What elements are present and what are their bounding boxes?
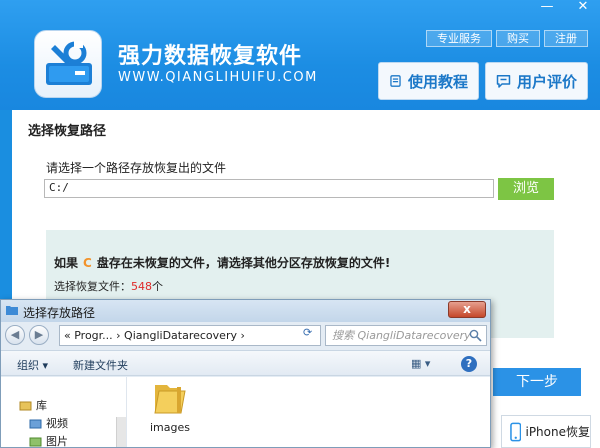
review-button[interactable]: 用户评价 (485, 62, 588, 100)
phone-icon (510, 422, 522, 441)
comment-icon (496, 75, 511, 88)
close-button[interactable]: ✕ (572, 0, 594, 16)
folder-dialog: 选择存放路径 x ◀ ▶ « Progr... › QiangliDatarec… (0, 299, 491, 448)
file-count: 548 (131, 280, 152, 293)
tutorial-button[interactable]: 使用教程 (378, 62, 479, 100)
review-label: 用户评价 (516, 72, 577, 91)
arrow-right-icon: ▶ (34, 328, 44, 341)
dialog-close-button[interactable]: x (448, 301, 486, 318)
hard-drive-wrench-icon (46, 41, 92, 85)
warning-text: 如果 C 盘存在未恢复的文件，请选择其他分区存放恢复的文件! (54, 254, 390, 271)
tutorial-label: 使用教程 (407, 72, 468, 91)
path-input[interactable]: C:/ (44, 179, 494, 198)
minimize-button[interactable]: — (536, 0, 558, 16)
file-name: images (150, 421, 190, 434)
document-icon (390, 75, 401, 87)
new-folder-button[interactable]: 新建文件夹 (73, 357, 128, 373)
folder-icon (6, 306, 18, 315)
app-logo (34, 30, 102, 98)
service-link[interactable]: 专业服务 (426, 30, 492, 47)
dialog-toolbar: 组织 ▾ 新建文件夹 ▦ ▾ ? (1, 350, 490, 376)
help-button[interactable]: ? (461, 356, 477, 372)
warning-drive: C (83, 256, 92, 270)
search-placeholder: 搜索 QiangliDatarecovery (332, 329, 471, 342)
window-controls: — ✕ (536, 0, 594, 16)
arrow-left-icon: ◀ (10, 328, 20, 341)
app-url: WWW.QIANGLIHUIFU.COM (118, 70, 318, 85)
nav-scrollbar[interactable] (116, 417, 126, 447)
dialog-body: 库 视频 图片 images (1, 377, 490, 448)
organize-menu[interactable]: 组织 ▾ (17, 357, 48, 373)
warning-prefix: 如果 (54, 256, 79, 270)
file-item-images[interactable] (151, 377, 191, 420)
iphone-label: iPhone恢复 (525, 425, 590, 439)
search-icon (469, 329, 482, 342)
nav-item-pictures[interactable]: 图片 (29, 433, 68, 448)
picture-icon (29, 437, 42, 446)
refresh-icon: ⟳ (303, 326, 313, 339)
dialog-titlebar[interactable]: 选择存放路径 x (1, 300, 490, 322)
dialog-title: 选择存放路径 (23, 306, 96, 320)
nav-item-library[interactable]: 库 (19, 397, 47, 413)
refresh-button[interactable]: ⟳ (303, 326, 312, 339)
count-prefix: 选择恢复文件： (54, 280, 131, 293)
app-title: 强力数据恢复软件 (118, 44, 303, 69)
library-icon (19, 401, 32, 410)
dialog-address-row: ◀ ▶ « Progr... › QiangliDatarecovery › ⟳… (1, 322, 490, 348)
app-header: — ✕ 强力数据恢复软件 WWW.QIANGLIHUIFU.COM 专业服务 购… (0, 0, 600, 110)
warning-suffix: 盘存在未恢复的文件，请选择其他分区存放恢复的文件! (96, 256, 391, 270)
folder-icon (154, 385, 186, 414)
dialog-search-input[interactable]: 搜索 QiangliDatarecovery (325, 325, 487, 346)
section-title: 选择恢复路径 (28, 124, 107, 139)
next-button[interactable]: 下一步 (493, 368, 581, 396)
navigation-pane: 库 视频 图片 (1, 377, 127, 448)
path-label: 请选择一个路径存放恢复出的文件 (46, 161, 227, 175)
back-button[interactable]: ◀ (5, 325, 25, 345)
iphone-recovery-button[interactable]: iPhone恢复 (501, 415, 591, 448)
count-suffix: 个 (152, 280, 163, 293)
file-count-line: 选择恢复文件：548个 (54, 278, 163, 294)
forward-button[interactable]: ▶ (29, 325, 49, 345)
browse-button[interactable]: 浏览 (498, 178, 554, 200)
view-menu[interactable]: ▦ ▾ (411, 357, 430, 370)
register-link[interactable]: 注册 (544, 30, 588, 47)
nav-item-videos[interactable]: 视频 (29, 415, 68, 431)
buy-link[interactable]: 购买 (496, 30, 540, 47)
video-icon (29, 419, 42, 428)
address-bar[interactable]: « Progr... › QiangliDatarecovery › (59, 325, 321, 346)
top-links: 专业服务 购买 注册 (426, 30, 588, 47)
